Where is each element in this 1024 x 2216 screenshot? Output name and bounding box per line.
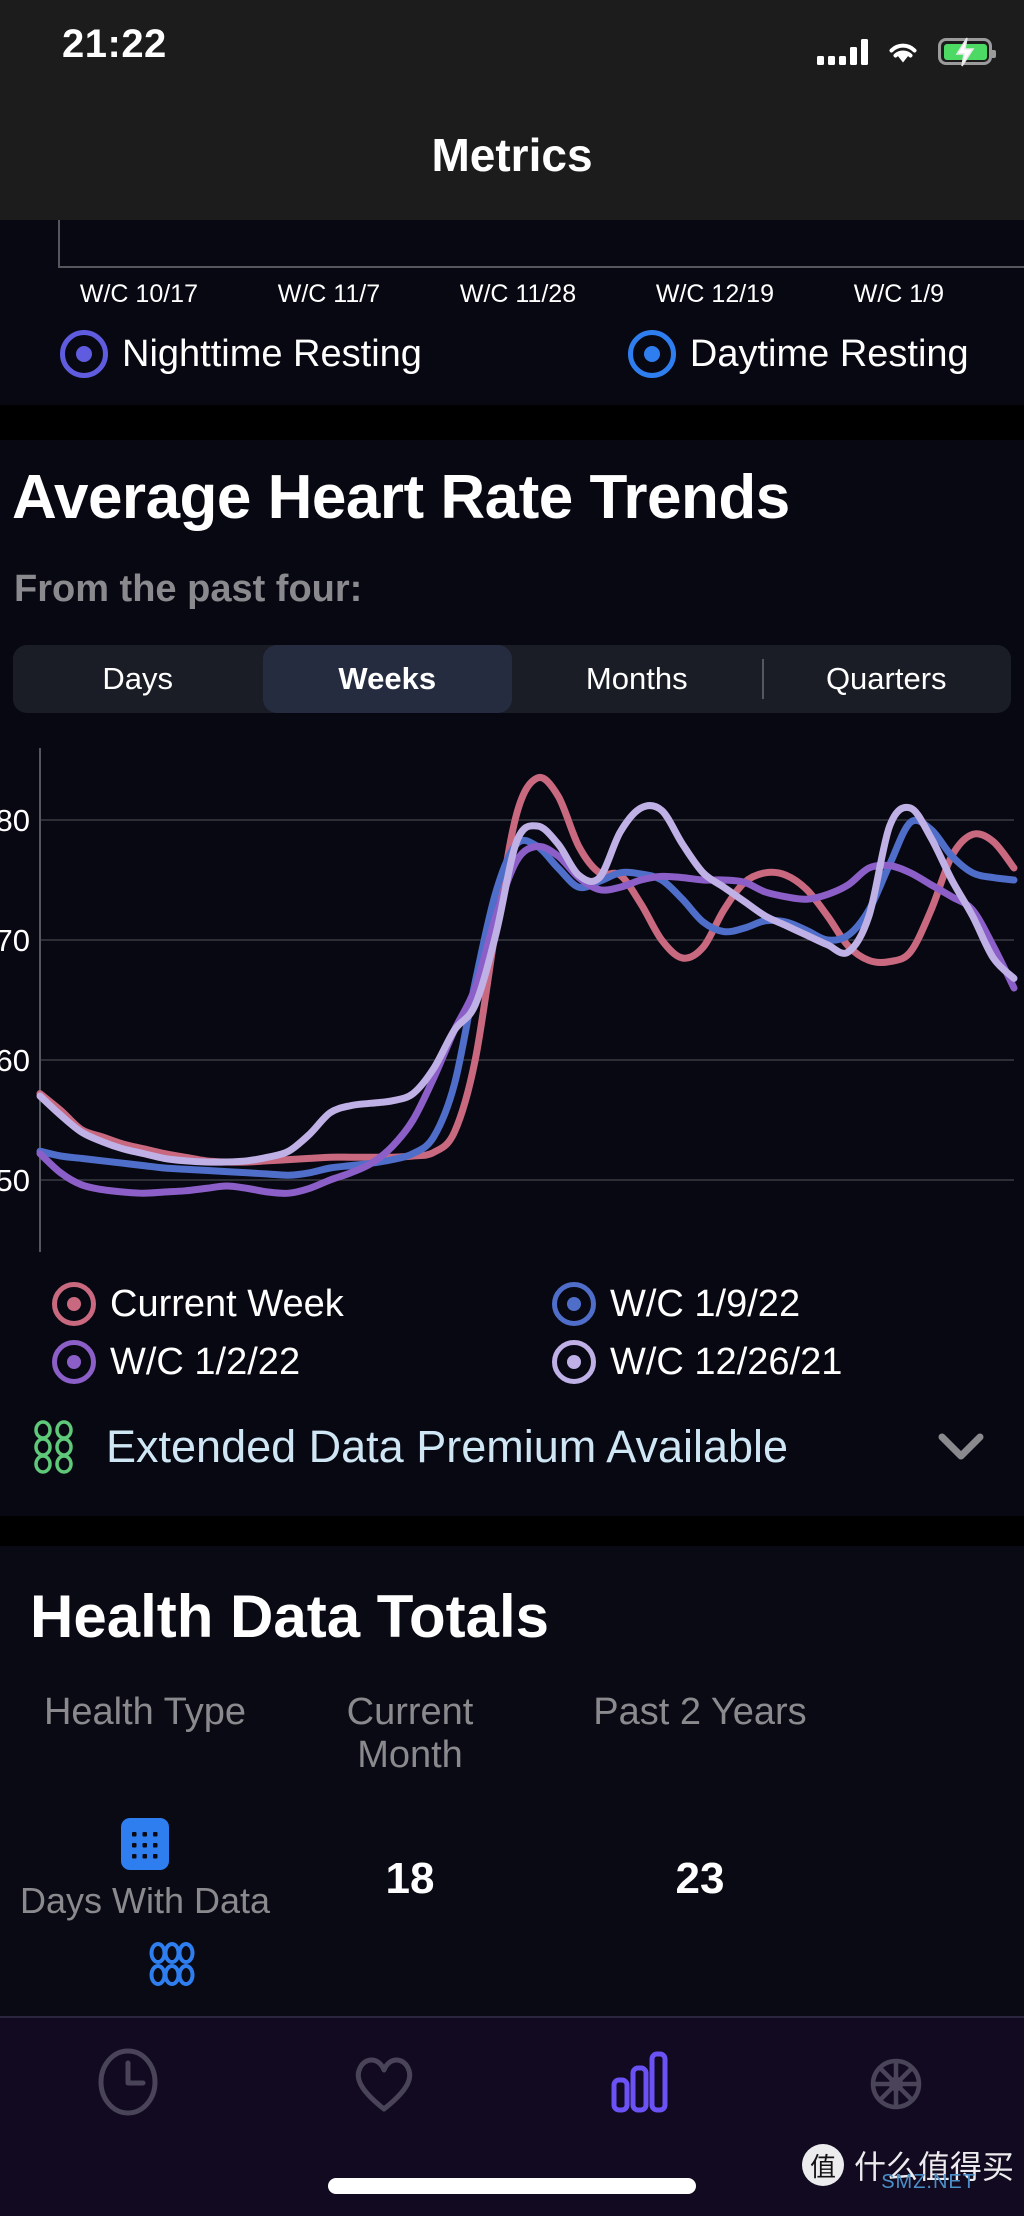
heart-icon bbox=[355, 2057, 413, 2112]
legend-label: Nighttime Resting bbox=[122, 332, 422, 375]
segment-days[interactable]: Days bbox=[13, 645, 263, 713]
chart-series-lines bbox=[36, 774, 1018, 1197]
bar-chart-icon bbox=[611, 2051, 668, 2113]
legend-label: W/C 12/26/21 bbox=[610, 1340, 843, 1383]
segment-weeks[interactable]: Weeks bbox=[262, 645, 512, 713]
watermark-logo: 值 bbox=[801, 2144, 844, 2186]
chart-y-axis-labels: 50 60 70 80 bbox=[0, 803, 30, 1198]
row-current-month-value: 18 bbox=[385, 1854, 435, 1903]
tab-metrics[interactable] bbox=[512, 2044, 768, 2124]
x-tick-label: W/C 11/28 bbox=[459, 280, 577, 308]
chevron-down-icon[interactable] bbox=[936, 1431, 986, 1463]
legend-label: W/C 1/2/22 bbox=[110, 1340, 301, 1383]
legend-item-wc-12-26-21[interactable]: W/C 12/26/21 bbox=[552, 1340, 842, 1384]
row-type-cell: Days With Data bbox=[0, 1816, 290, 1922]
chart-line-w-c-1-9-22 bbox=[36, 816, 1018, 1179]
health-totals-title: Health Data Totals bbox=[30, 1583, 549, 1650]
resting-chart-plot-area bbox=[58, 220, 1024, 268]
segment-months[interactable]: Months bbox=[512, 645, 762, 713]
x-tick-label: W/C 10/17 bbox=[79, 280, 198, 308]
status-bar: 21:22 bbox=[0, 0, 1024, 100]
heart-rate-chart-legend: Current Week W/C 1/9/22 W/C 1/2/22 W/C 1… bbox=[0, 1275, 1024, 1391]
status-time: 21:22 bbox=[62, 22, 167, 66]
premium-label: Extended Data Premium Available bbox=[106, 1421, 789, 1472]
y-tick-label: 60 bbox=[0, 1043, 30, 1078]
legend-marker-icon bbox=[552, 1340, 596, 1384]
tab-settings[interactable] bbox=[768, 2044, 1024, 2124]
tab-history[interactable] bbox=[0, 2044, 256, 2124]
chart-line-w-c-12-26-21 bbox=[36, 802, 1018, 1166]
legend-item-nighttime-resting[interactable]: Nighttime Resting bbox=[60, 330, 422, 378]
legend-marker-icon bbox=[60, 330, 108, 378]
legend-label: Daytime Resting bbox=[689, 332, 969, 375]
hr-card-title: Average Heart Rate Trends bbox=[12, 463, 790, 532]
status-icons bbox=[817, 37, 996, 66]
health-totals-header-row: Health Type Current Month Past 2 Years bbox=[0, 1691, 1024, 1777]
tab-list bbox=[0, 2018, 1024, 2124]
legend-label: W/C 1/9/22 bbox=[610, 1282, 801, 1325]
legend-item-daytime-resting[interactable]: Daytime Resting bbox=[627, 330, 969, 378]
heart-rate-line-chart[interactable]: 50 60 70 80 bbox=[0, 740, 1024, 1260]
legend-marker-icon bbox=[52, 1282, 96, 1326]
legend-row: Current Week W/C 1/9/22 bbox=[0, 1275, 1024, 1333]
table-row[interactable]: Days With Data 18 23 bbox=[0, 1816, 1024, 1922]
chart-line-current-week bbox=[36, 774, 1018, 1166]
home-indicator bbox=[328, 2178, 696, 2194]
legend-marker-icon bbox=[552, 1282, 596, 1326]
watermark-subtext: SMZ.NET bbox=[881, 2171, 976, 2193]
row-label: Days With Data bbox=[19, 1880, 271, 1921]
calendar-icon bbox=[121, 1818, 169, 1870]
y-tick-label: 50 bbox=[0, 1163, 30, 1198]
legend-label: Current Week bbox=[110, 1282, 344, 1325]
chart-gridlines bbox=[40, 819, 1014, 1181]
average-heart-rate-trends-card: Average Heart Rate Trends From the past … bbox=[0, 440, 1024, 1516]
x-tick-label: W/C 1/9 bbox=[853, 280, 945, 308]
y-tick-label: 80 bbox=[0, 803, 30, 838]
battery-charging-icon bbox=[938, 37, 996, 66]
y-tick-label: 70 bbox=[0, 923, 30, 958]
chart-line-w-c-1-2-22 bbox=[36, 842, 1018, 1197]
segment-quarters[interactable]: Quarters bbox=[761, 645, 1012, 713]
column-header-current-month: Current Month bbox=[346, 1691, 474, 1776]
x-tick-label: W/C 11/7 bbox=[277, 280, 381, 308]
bottom-tab-bar: 值 什么值得买 SMZ.NET bbox=[0, 2016, 1024, 2216]
row-past-2-years-value: 23 bbox=[675, 1854, 725, 1903]
health-data-totals-card: Health Data Totals Health Type Current M… bbox=[0, 1546, 1024, 2016]
gear-icon bbox=[870, 2058, 922, 2110]
section-divider bbox=[0, 1516, 1024, 1546]
legend-marker-icon bbox=[52, 1340, 96, 1384]
resting-chart-legend: Nighttime Resting Daytime Resting bbox=[0, 330, 1024, 378]
circles-grid-icon bbox=[34, 1420, 73, 1474]
extended-data-premium-row[interactable]: Extended Data Premium Available bbox=[0, 1402, 1024, 1492]
clock-icon bbox=[98, 2048, 158, 2116]
legend-item-wc-1-2-22[interactable]: W/C 1/2/22 bbox=[52, 1340, 552, 1384]
legend-item-current-week[interactable]: Current Week bbox=[52, 1282, 552, 1326]
resting-heart-rate-card: W/C 10/17 W/C 11/7 W/C 11/28 W/C 12/19 W… bbox=[0, 220, 1024, 405]
resting-chart-x-axis: W/C 10/17 W/C 11/7 W/C 11/28 W/C 12/19 W… bbox=[0, 280, 1024, 309]
column-header-past-2-years: Past 2 Years bbox=[593, 1691, 807, 1733]
hr-card-subtitle: From the past four: bbox=[14, 568, 363, 610]
page-title: Metrics bbox=[431, 129, 593, 181]
wifi-icon bbox=[889, 43, 917, 62]
app-screen: 21:22 Metrics W/C 10/17 W/C 11/7 W/C 11/… bbox=[0, 0, 1024, 2216]
x-tick-label: W/C 12/19 bbox=[655, 280, 774, 308]
heart-rate-chart-svg: 50 60 70 80 bbox=[0, 748, 1018, 1252]
tab-health[interactable] bbox=[256, 2044, 512, 2124]
legend-row: W/C 1/2/22 W/C 12/26/21 bbox=[0, 1333, 1024, 1391]
navigation-bar: Metrics bbox=[0, 100, 1024, 220]
legend-item-wc-1-9-22[interactable]: W/C 1/9/22 bbox=[552, 1282, 800, 1326]
legend-marker-icon bbox=[627, 330, 676, 378]
cellular-signal-icon bbox=[817, 38, 868, 65]
section-divider bbox=[0, 405, 1024, 440]
column-header-health-type: Health Type bbox=[43, 1691, 247, 1733]
period-segmented-control[interactable]: Days Weeks Months Quarters bbox=[13, 645, 1011, 713]
circles-grid-icon bbox=[149, 1942, 195, 1986]
